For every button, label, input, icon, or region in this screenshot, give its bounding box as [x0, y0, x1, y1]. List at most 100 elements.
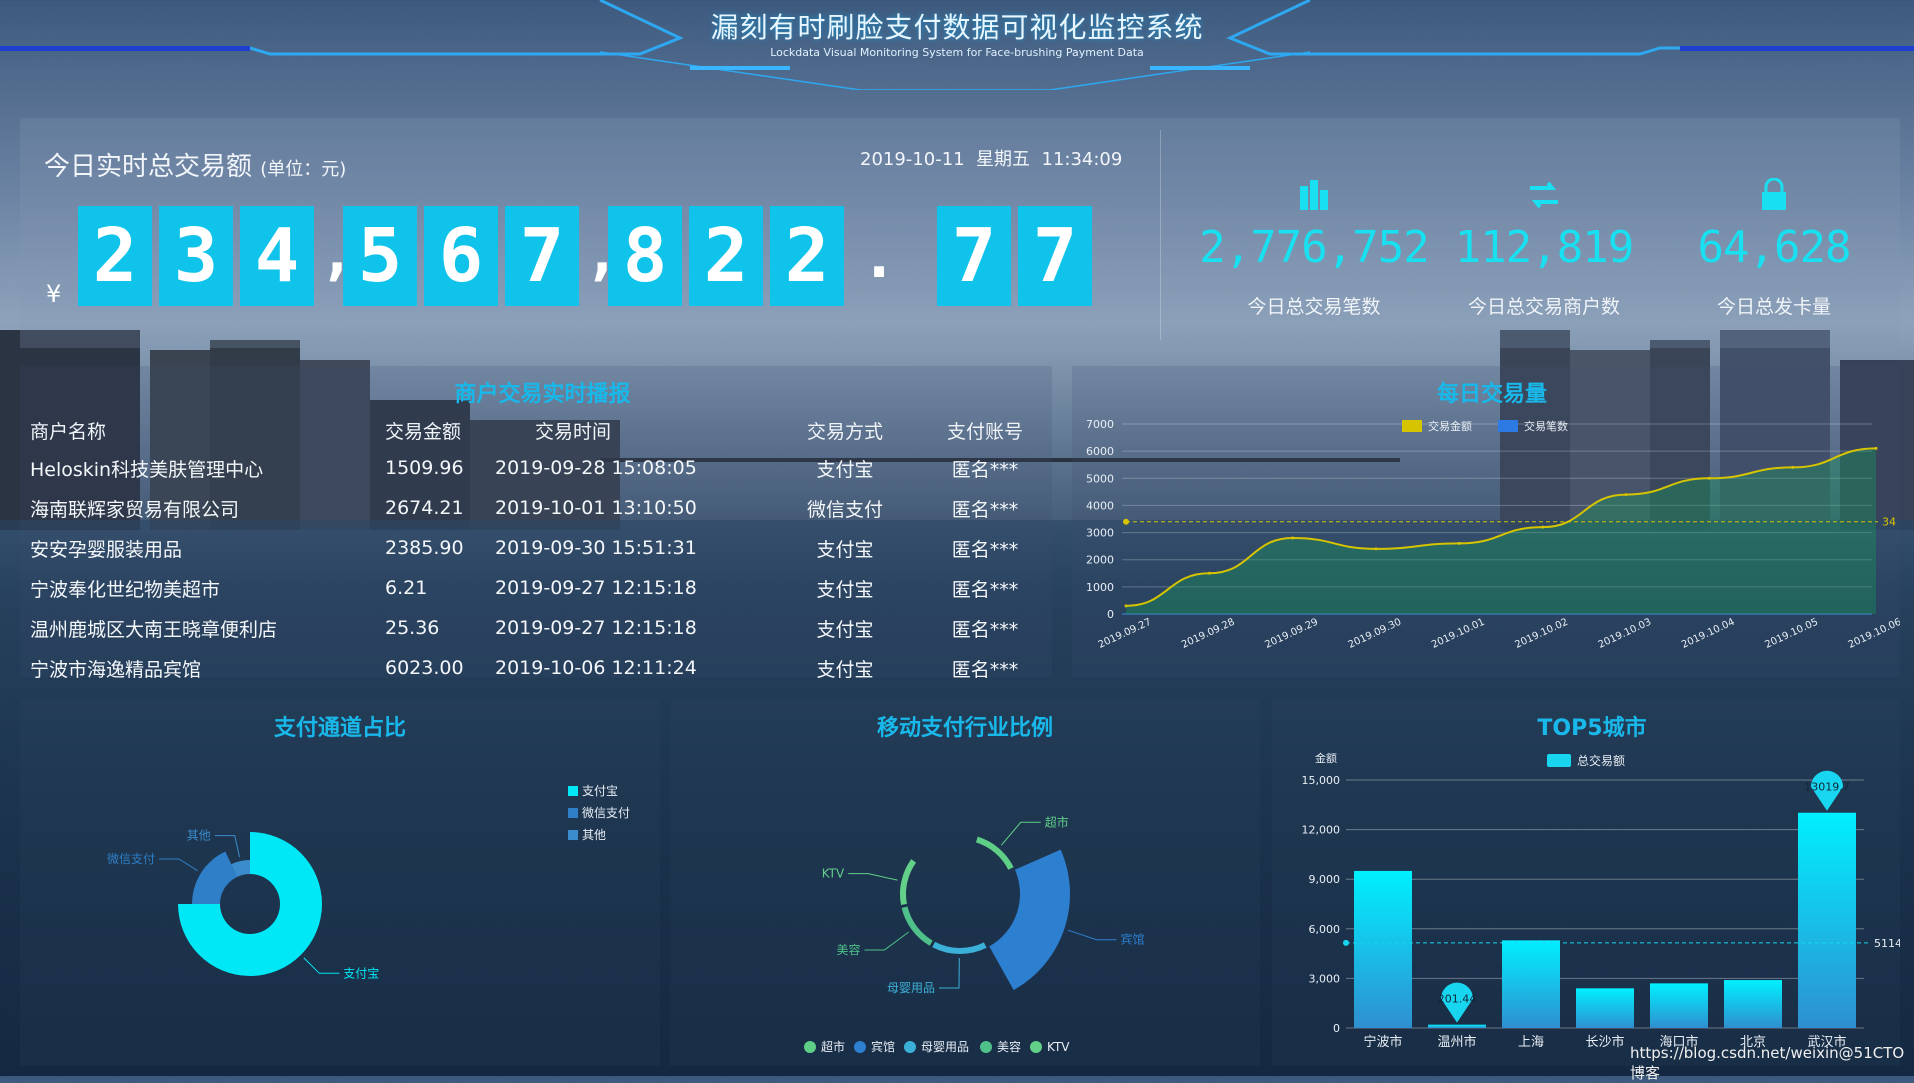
- label-leader-line: [159, 858, 198, 872]
- page-subtitle: Lockdata Visual Monitoring System for Fa…: [770, 46, 1144, 59]
- industry-ratio-donut-chart: 超市宾馆母婴用品美容KTV超市 宾馆 母婴用品 美容 KTV: [804, 814, 1145, 1054]
- donut-slice: [932, 941, 987, 954]
- lock-icon: [1762, 178, 1786, 210]
- table-cell: 1509.96: [385, 457, 464, 479]
- amount-digit: 2: [689, 206, 763, 306]
- label-leader-line: [938, 957, 960, 989]
- amount-digit: 8: [608, 206, 682, 306]
- x-tick-label: 宁波市: [1363, 1034, 1402, 1050]
- slice-label: 宾馆: [1121, 932, 1145, 947]
- data-point: [1457, 541, 1461, 545]
- table-cell: 海南联辉家贸易有限公司: [30, 498, 240, 521]
- transactions-title: 商户交易实时播报: [454, 382, 631, 407]
- legend-label: 超市: [821, 1039, 845, 1054]
- transactions-table: 商户名称 交易金额 交易时间 交易方式 支付账号 Heloskin科技美肤管理中…: [30, 412, 1055, 688]
- daily-volume-title: 每日交易量: [1436, 382, 1547, 407]
- label-leader-line: [303, 957, 340, 974]
- donut-slice: [900, 859, 917, 906]
- table-row: 宁波市海逸精品宾馆 6023.00 2019-10-06 12:11:24 支付宝 匿名…: [30, 648, 1055, 688]
- industry-ratio-title: 移动支付行业比例: [876, 716, 1053, 741]
- table-cell: 2674.21: [385, 497, 464, 519]
- y-tick-label: 15,000: [1302, 774, 1341, 787]
- legend-swatch: [980, 1041, 992, 1053]
- total-amount-title: 今日实时总交易额: [44, 152, 253, 182]
- summary-divider: [1160, 130, 1161, 340]
- legend-swatch: [568, 830, 578, 840]
- legend-swatch: [1547, 754, 1571, 767]
- table-cell: 匿名***: [951, 618, 1019, 641]
- legend-swatch: [1402, 420, 1422, 432]
- kpi-card-count-label: 今日总发卡量: [1716, 296, 1831, 318]
- slice-label: 其他: [187, 829, 211, 843]
- y-tick-label: 6000: [1086, 445, 1114, 458]
- y-tick-label: 0: [1107, 608, 1114, 621]
- watermark: https://blog.csdn.net/weixin@51CTO博客: [1630, 1044, 1905, 1082]
- bar: [1724, 980, 1782, 1028]
- x-tick-label: 2019.10.04: [1680, 617, 1737, 651]
- data-point: [1207, 571, 1211, 575]
- series-area: [1126, 448, 1876, 614]
- x-tick-label: 2019.09.27: [1097, 617, 1154, 651]
- legend-label: 支付宝: [582, 784, 618, 798]
- x-tick-label: 上海: [1518, 1035, 1544, 1050]
- exchange-icon: [1530, 181, 1558, 209]
- payment-channel-donut-chart: 支付宝微信支付其他支付宝微信支付其他: [107, 784, 630, 980]
- legend-label: 交易金额: [1428, 419, 1472, 433]
- table-row: 宁波奉化世纪物美超市 6.21 2019-09-27 12:15:18 支付宝 匿名**…: [30, 568, 1055, 608]
- kpi-transaction-count-label: 今日总交易笔数: [1247, 296, 1381, 318]
- amount-digit: 7: [505, 206, 579, 306]
- data-point: [1374, 547, 1378, 551]
- bar: [1798, 812, 1856, 1028]
- slice-label: 微信支付: [107, 852, 155, 866]
- table-cell: 支付宝: [816, 538, 874, 561]
- y-tick-label: 2000: [1086, 554, 1114, 567]
- table-cell: 安安孕婴服装用品: [30, 538, 183, 561]
- amount-digit: 7: [937, 206, 1011, 306]
- data-point: [1707, 476, 1711, 480]
- bar: [1428, 1024, 1486, 1028]
- table-cell: 2019-10-06 12:11:24: [495, 657, 697, 679]
- data-point: [1124, 604, 1128, 608]
- label-leader-line: [848, 873, 898, 881]
- legend-swatch: [1498, 420, 1518, 432]
- table-cell: 6.21: [385, 577, 428, 599]
- table-cell: Heloskin科技美肤管理中心: [30, 458, 264, 481]
- label-leader-line: [1067, 929, 1117, 941]
- data-point: [1291, 536, 1295, 540]
- amount-digit: 2: [78, 206, 152, 306]
- column-header: 商户名称: [30, 420, 107, 443]
- label-leader-line: [1000, 821, 1041, 846]
- legend-label: 微信支付: [582, 806, 630, 820]
- table-cell: 2385.90: [385, 537, 464, 559]
- table-row: 温州鹿城区大南王晓章便利店 25.36 2019-09-27 12:15:18 支付宝…: [30, 608, 1055, 648]
- legend-label: 美容: [997, 1039, 1021, 1054]
- donut-slice: [975, 836, 1014, 870]
- legend-swatch: [854, 1041, 866, 1053]
- x-tick-label: 2019.10.05: [1763, 617, 1820, 651]
- payment-channel-title: 支付通道占比: [273, 716, 406, 741]
- y-tick-label: 0: [1333, 1022, 1340, 1035]
- data-point: [1541, 525, 1545, 529]
- table-cell: 支付宝: [816, 578, 874, 601]
- y-tick-label: 12,000: [1302, 824, 1341, 837]
- table-cell: 25.36: [385, 617, 440, 639]
- amount-digit: 7: [1018, 206, 1092, 306]
- legend-label: 宾馆: [871, 1039, 895, 1054]
- table-cell: 支付宝: [816, 618, 874, 641]
- total-amount-label: 今日实时总交易额 (单位：元): [44, 146, 346, 183]
- table-cell: 6023.00: [385, 657, 464, 679]
- x-tick-label: 2019.09.29: [1263, 617, 1320, 651]
- table-row: 安安孕婴服装用品 2385.90 2019-09-30 15:51:31 支付宝 匿名*…: [30, 528, 1055, 568]
- column-header: 交易时间: [535, 420, 612, 443]
- amount-digit: 2: [770, 206, 844, 306]
- table-cell: 温州鹿城区大南王晓章便利店: [30, 618, 278, 641]
- total-amount-unit: (单位：元): [260, 159, 347, 180]
- amount-digit: 4: [240, 206, 314, 306]
- label-leader-line: [214, 835, 241, 858]
- header: 漏刻有时刷脸支付数据可视化监控系统 Lockdata Visual Monito…: [0, 0, 1914, 90]
- column-header: 交易金额: [385, 420, 462, 443]
- table-cell: 匿名***: [951, 458, 1019, 481]
- top5-cities-title: TOP5城市: [1537, 716, 1647, 741]
- table-header-row: 商户名称 交易金额 交易时间 交易方式 支付账号: [30, 412, 1055, 448]
- table-cell: 宁波市海逸精品宾馆: [30, 658, 202, 681]
